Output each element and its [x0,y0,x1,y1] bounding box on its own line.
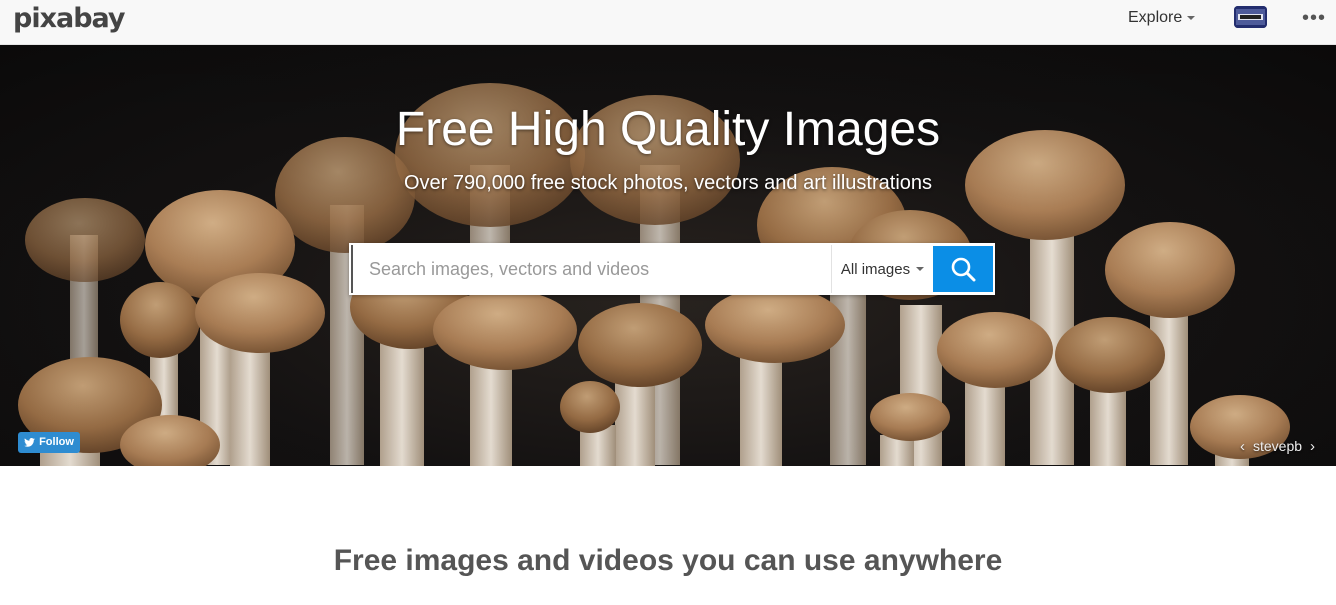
top-navigation-bar: pixabay Explore ••• [0,0,1336,45]
chevron-down-icon [1187,16,1196,20]
explore-menu-button[interactable]: Explore [1128,9,1196,27]
search-form: All images [349,243,995,295]
twitter-bird-icon [24,438,35,447]
user-avatar[interactable] [1234,6,1267,28]
previous-image-icon[interactable]: ‹ [1240,438,1245,455]
photo-author-link[interactable]: stevepb [1253,438,1302,454]
hero-subtitle: Over 790,000 free stock photos, vectors … [403,172,933,194]
media-type-select[interactable]: All images [831,245,933,293]
media-type-label: All images [840,260,911,278]
chevron-down-icon [916,267,925,271]
explore-label: Explore [1128,9,1183,26]
search-button[interactable] [933,246,993,292]
search-icon [951,257,976,282]
hero-title: Free High Quality Images [395,103,941,156]
search-input[interactable] [351,245,831,293]
twitter-follow-button[interactable]: Follow [18,432,80,453]
follow-label: Follow [39,436,74,448]
photo-credit: ‹ stevepb › [1240,438,1315,455]
more-options-icon[interactable]: ••• [1302,8,1326,28]
next-image-icon[interactable]: › [1310,438,1315,455]
hero-banner: Free High Quality Images Over 790,000 fr… [0,45,1336,466]
section-tagline: Free images and videos you can use anywh… [333,544,1003,577]
pixabay-logo[interactable]: pixabay [13,3,126,35]
